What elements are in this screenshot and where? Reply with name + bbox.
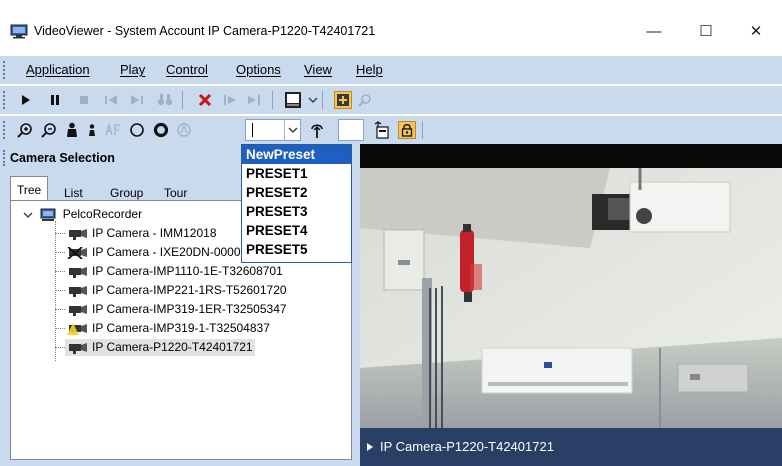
stop-icon[interactable] — [75, 91, 93, 109]
title-bar: VideoViewer - System Account IP Camera-P… — [0, 0, 782, 56]
app-monitor-icon — [10, 24, 28, 39]
video-pane[interactable]: IP Camera-P1220-T42401721 — [360, 144, 782, 466]
tree-root-label: PelcoRecorder — [62, 207, 143, 221]
lock-ptz-icon[interactable] — [398, 121, 416, 139]
binoculars-icon[interactable] — [156, 91, 174, 109]
preset-option[interactable]: PRESET5 — [242, 240, 351, 259]
chevron-down-icon[interactable] — [23, 211, 33, 219]
tab-list[interactable]: List — [64, 186, 83, 200]
window-title: VideoViewer - System Account IP Camera-P… — [34, 24, 376, 38]
ptz-toolbar — [0, 116, 782, 144]
playback-toolbar — [0, 86, 782, 114]
camera-icon — [69, 285, 87, 297]
zoom-out-icon[interactable] — [40, 121, 58, 139]
tab-tree[interactable]: Tree — [10, 176, 49, 200]
close-button[interactable]: ✕ — [736, 18, 776, 44]
menu-control[interactable]: Control — [166, 62, 208, 77]
camera-offline-icon — [67, 246, 87, 259]
toolbar-separator — [272, 91, 273, 109]
preset-option-selected[interactable]: NewPreset — [242, 145, 351, 164]
tree-item-label: IP Camera-P1220-T42401721 — [92, 340, 253, 354]
tab-group[interactable]: Group — [110, 186, 143, 200]
preset-number-input[interactable] — [338, 119, 364, 141]
iris-open-icon[interactable] — [128, 121, 146, 139]
camera-icon — [69, 342, 87, 354]
tree-item[interactable]: IP Camera-IMP221-1RS-T52601720 — [55, 283, 287, 297]
tree-root[interactable]: PelcoRecorder — [23, 207, 142, 222]
menu-options[interactable]: Options — [236, 62, 281, 77]
delete-x-icon[interactable] — [196, 91, 214, 109]
focus-near-icon[interactable] — [63, 121, 81, 139]
tree-item[interactable]: IP Camera - IXE20DN-0000051 — [55, 245, 261, 259]
chevron-down-icon[interactable] — [304, 91, 322, 109]
zoom-in-icon[interactable] — [16, 121, 34, 139]
preset-option[interactable]: PRESET2 — [242, 183, 351, 202]
chevron-down-icon[interactable] — [284, 120, 301, 140]
tree-item[interactable]: IP Camera-IMP1110-1E-T32608701 — [55, 264, 283, 278]
menu-help[interactable]: Help — [356, 62, 383, 77]
tree-item[interactable]: IP Camera-IMP319-1ER-T32505347 — [55, 302, 287, 316]
magnifier-icon[interactable] — [356, 91, 374, 109]
step-back-icon[interactable] — [102, 91, 120, 109]
camera-warning-icon — [67, 322, 87, 335]
maximize-button[interactable]: ☐ — [686, 18, 726, 44]
minimize-button[interactable]: — — [634, 18, 674, 44]
preset-option[interactable]: PRESET4 — [242, 221, 351, 240]
video-caption-bar: IP Camera-P1220-T42401721 — [360, 428, 782, 466]
toolbar-separator — [322, 91, 323, 109]
tree-item-label: IP Camera - IMM12018 — [92, 226, 217, 240]
text-cursor — [252, 123, 253, 137]
menu-view[interactable]: View — [304, 62, 332, 77]
preset-combo[interactable] — [245, 119, 301, 141]
caret-right-icon — [367, 443, 373, 451]
pause-icon[interactable] — [46, 91, 64, 109]
step-forward-icon[interactable] — [128, 91, 146, 109]
preset-option[interactable]: PRESET3 — [242, 202, 351, 221]
tree-item-label: IP Camera-IMP1110-1E-T32608701 — [92, 264, 283, 278]
tree-item-label: IP Camera-IMP319-1-T32504837 — [92, 321, 270, 335]
play-icon[interactable] — [17, 91, 35, 109]
toolbar-grip[interactable] — [3, 91, 7, 109]
panel-grip[interactable] — [3, 150, 7, 166]
tree-item-label: IP Camera-IMP221-1RS-T52601720 — [92, 283, 287, 297]
video-header-strip — [360, 144, 782, 168]
preset-dropdown-list: NewPreset PRESET1 PRESET2 PRESET3 PRESET… — [241, 144, 352, 263]
camera-icon — [69, 228, 87, 240]
menu-bar: Application Play Control Options View He… — [0, 56, 782, 84]
tree-item[interactable]: IP Camera - IMM12018 — [55, 226, 217, 240]
camera-icon — [69, 266, 87, 278]
auto-focus-icon[interactable] — [104, 121, 122, 139]
panel-title: Camera Selection — [10, 151, 115, 165]
menu-play[interactable]: Play — [120, 62, 145, 77]
tab-tour[interactable]: Tour — [164, 186, 187, 200]
video-window-icon[interactable] — [284, 91, 302, 109]
sync-cameras-icon[interactable] — [334, 91, 352, 109]
tree-item-label: IP Camera-IMP319-1ER-T32505347 — [92, 302, 287, 316]
go-to-preset-icon[interactable] — [308, 121, 326, 139]
menu-application[interactable]: Application — [26, 62, 90, 77]
mark-in-icon[interactable] — [222, 91, 240, 109]
mark-out-icon[interactable] — [246, 91, 264, 109]
menubar-grip[interactable] — [3, 61, 7, 79]
iris-close-icon[interactable] — [152, 121, 170, 139]
preset-option[interactable]: PRESET1 — [242, 164, 351, 183]
tree-item-selected[interactable]: IP Camera-P1220-T42401721 — [55, 339, 255, 356]
auto-iris-icon[interactable] — [175, 121, 193, 139]
tree-item[interactable]: IP Camera-IMP319-1-T32504837 — [55, 321, 270, 335]
set-preset-icon[interactable] — [372, 121, 390, 139]
toolbar-separator — [422, 121, 423, 139]
focus-far-icon[interactable] — [83, 121, 101, 139]
toolbar-separator — [182, 91, 183, 109]
recorder-icon — [40, 208, 56, 221]
camera-video-frame[interactable] — [360, 168, 782, 428]
camera-icon — [69, 304, 87, 316]
video-caption-text: IP Camera-P1220-T42401721 — [380, 439, 554, 454]
tree-item-label: IP Camera - IXE20DN-0000051 — [92, 245, 261, 259]
toolbar-grip[interactable] — [3, 121, 7, 139]
